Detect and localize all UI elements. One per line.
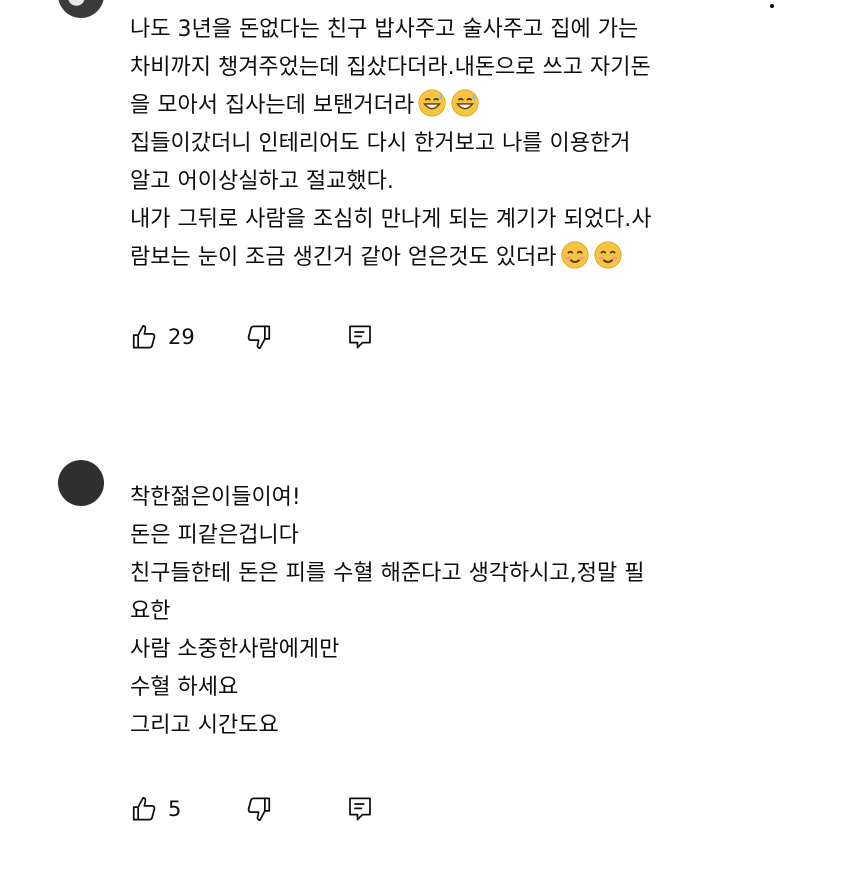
comment-line: 돈은 피같은겁니다 — [130, 523, 299, 548]
like-count: 29 — [168, 325, 195, 349]
reply-comment-icon — [349, 797, 371, 821]
comment-line: 집들이갔더니 인테리어도 다시 한거보고 나를 이용한거 — [130, 131, 631, 156]
comment-action-bar: 5 — [130, 794, 430, 824]
thumbs-up-icon — [132, 324, 156, 349]
comment-line-with-emoji: 을 모아서 집사는데 보탠거더라 — [130, 87, 750, 125]
thumbs-down-icon — [247, 325, 271, 350]
smiling-blush-emoji — [560, 241, 589, 269]
smiling-blush-emoji — [593, 241, 622, 269]
comment-line: 나도 3년을 돈없다는 친구 밥사주고 술사주고 집에 가는 — [130, 17, 639, 42]
comment-text: 착한젊은이들이여! 돈은 피같은겁니다 친구들한테 돈은 피를 수혈 해준다고 … — [130, 479, 750, 745]
commenter-avatar[interactable] — [58, 0, 104, 18]
comment-action-bar: 29 — [130, 322, 430, 352]
reply-button[interactable] — [345, 794, 375, 824]
reply-comment-icon — [349, 325, 371, 349]
more-options-icon[interactable] — [770, 4, 774, 8]
thumbs-up-icon — [132, 796, 156, 821]
commenter-avatar[interactable] — [58, 460, 104, 506]
comment-line: 요한 — [130, 599, 171, 624]
dislike-button[interactable] — [243, 794, 273, 824]
like-button[interactable]: 29 — [130, 322, 195, 352]
grinning-sweat-emoji — [451, 89, 479, 117]
grinning-sweat-emoji — [418, 89, 446, 117]
comment-line: 차비까지 챙겨주었는데 집샀다더라.내돈으로 쓰고 자기돈 — [130, 55, 651, 80]
comment-text: 나도 3년을 돈없다는 친구 밥사주고 술사주고 집에 가는 차비까지 챙겨주었… — [130, 11, 750, 277]
comment-line: 착한젊은이들이여! — [130, 485, 301, 510]
thumbs-down-icon — [247, 797, 271, 822]
like-count: 5 — [168, 797, 182, 821]
comment-line: 람보는 눈이 조금 생긴거 같아 얻은것도 있더라 — [130, 245, 557, 270]
comment-line: 내가 그뒤로 사람을 조심히 만나게 되는 계기가 되었다.사 — [130, 207, 652, 232]
comment-line: 을 모아서 집사는데 보탠거더라 — [130, 93, 415, 118]
comment-line: 수혈 하세요 — [130, 675, 239, 700]
dislike-button[interactable] — [243, 322, 273, 352]
comment-line: 친구들한테 돈은 피를 수혈 해준다고 생각하시고,정말 필 — [130, 561, 645, 586]
comment-line-with-emoji: 람보는 눈이 조금 생긴거 같아 얻은것도 있더라 — [130, 239, 750, 277]
comment-line: 알고 어이상실하고 절교했다. — [130, 169, 394, 194]
comment-line: 사람 소중한사람에게만 — [130, 637, 340, 662]
like-button[interactable]: 5 — [130, 794, 181, 824]
comment-line: 그리고 시간도요 — [130, 713, 279, 738]
reply-button[interactable] — [345, 322, 375, 352]
